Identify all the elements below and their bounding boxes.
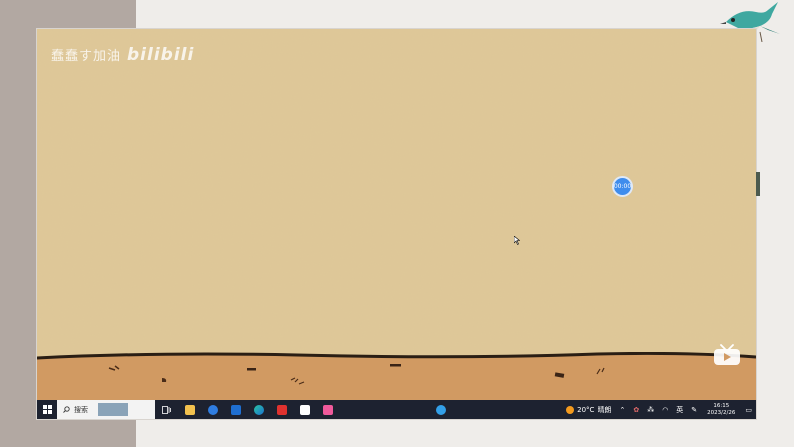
tray-app-button[interactable] [429, 400, 452, 419]
timer-button[interactable]: 00:00 [612, 176, 633, 197]
file-explorer-icon [184, 404, 195, 415]
bilibili-logo: bilibili [127, 45, 195, 65]
app-blue-button[interactable] [201, 400, 224, 419]
pink-app-icon [322, 404, 333, 415]
mouse-cursor-icon [514, 236, 520, 245]
ime-indicator[interactable]: 英 [672, 405, 687, 415]
search-icon [63, 406, 70, 413]
wifi-icon[interactable]: ◠ [658, 406, 672, 414]
search-highlight-image [98, 403, 128, 416]
pink-app-button[interactable] [316, 400, 339, 419]
mail-icon [230, 404, 241, 415]
mail-button[interactable] [224, 400, 247, 419]
bag-app-button[interactable] [293, 400, 316, 419]
wps-office-icon [276, 404, 287, 415]
weather-condition: 晴朗 [597, 405, 612, 414]
app-blue-icon [207, 404, 218, 415]
file-explorer-button[interactable] [178, 400, 201, 419]
weather-temp: 20°C [577, 405, 595, 414]
bilibili-watermark: 蠢蠢す加油 bilibili [51, 45, 194, 65]
bilibili-tv-icon[interactable] [713, 344, 741, 366]
windows-start-button[interactable] [37, 400, 57, 419]
video-frame: 蠢蠢す加油 bilibili 00:00 搜索 20°C 晴朗 ⌃ ✿ ⁂ ◠ … [37, 29, 760, 419]
windows-taskbar: 搜索 20°C 晴朗 ⌃ ✿ ⁂ ◠ 英 ✎ 16:15 2023/2/26 ▭ [37, 400, 756, 419]
edge-browser-button[interactable] [247, 400, 270, 419]
chevron-up-icon[interactable]: ⌃ [615, 406, 629, 414]
taskbar-search-input[interactable]: 搜索 [57, 400, 155, 419]
clock-time: 16:15 [713, 402, 730, 409]
task-view-button[interactable] [155, 400, 178, 419]
sun-icon [566, 405, 575, 414]
bag-app-icon [299, 404, 310, 415]
taskbar-clock[interactable]: 16:15 2023/2/26 [701, 403, 741, 417]
paper-texture [37, 29, 756, 400]
notification-icon[interactable]: ▭ [741, 406, 756, 414]
side-scroll-handle[interactable] [756, 172, 760, 196]
wps-office-button[interactable] [270, 400, 293, 419]
video-player[interactable]: 蠢蠢す加油 bilibili 00:00 [37, 29, 756, 400]
tray-badge-icon[interactable]: ✿ [629, 406, 643, 414]
task-view-icon [162, 405, 171, 414]
pen-icon[interactable]: ✎ [687, 406, 701, 414]
clock-date: 2023/2/26 [707, 409, 736, 416]
network-icon[interactable]: ⁂ [643, 406, 658, 414]
slide-top-strip [136, 0, 794, 22]
search-placeholder: 搜索 [74, 405, 88, 414]
tray-app-icon [435, 404, 446, 415]
system-tray: 20°C 晴朗 ⌃ ✿ ⁂ ◠ 英 ✎ 16:15 2023/2/26 ▭ [562, 400, 756, 419]
windows-logo-icon [42, 405, 52, 414]
watermark-text: 蠢蠢す加油 [51, 49, 122, 64]
weather-widget[interactable]: 20°C 晴朗 [562, 405, 615, 415]
ground-strip [37, 352, 756, 400]
edge-browser-icon [253, 404, 264, 415]
